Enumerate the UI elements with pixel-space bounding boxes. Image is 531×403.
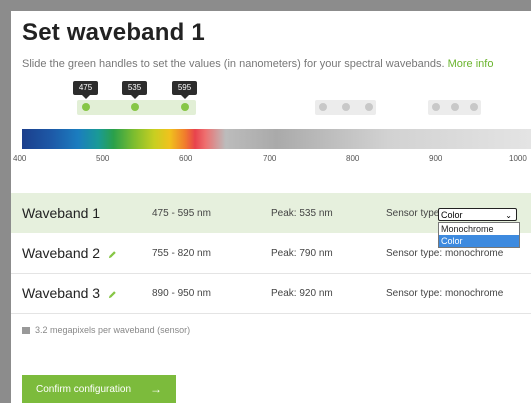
waveband-1-peak-handle[interactable] — [131, 103, 139, 111]
waveband-name: Waveband 2 — [22, 245, 117, 261]
waveband-2-end-handle[interactable] — [365, 103, 373, 111]
sensor-type: Sensor type: monochrome — [386, 288, 503, 299]
waveband-peak: Peak: 535 nm — [271, 208, 333, 219]
sensor-type-value: monochrome — [444, 288, 504, 299]
sensor-type-value: monochrome — [444, 248, 504, 259]
waveband-name: Waveband 1 — [22, 205, 101, 221]
axis-tick: 800 — [346, 154, 360, 163]
waveband-3-start-handle[interactable] — [432, 103, 440, 111]
pencil-icon[interactable] — [108, 250, 117, 259]
sensor-info-text: 3.2 megapixels per waveband (sensor) — [35, 325, 191, 335]
waveband-1-start-handle[interactable] — [82, 103, 90, 111]
waveband-name-text: Waveband 3 — [22, 285, 101, 301]
sensor-type: Sensor type: monochrome — [386, 248, 503, 259]
page-title: Set waveband 1 — [22, 19, 205, 46]
sensor-type-select[interactable]: Color ⌄ — [438, 208, 517, 221]
chevron-down-icon: ⌄ — [505, 211, 512, 220]
image-icon — [22, 327, 30, 334]
page-subtitle: Slide the green handles to set the value… — [22, 58, 493, 70]
slider-value-end: 595 — [172, 81, 197, 99]
waveband-name-text: Waveband 2 — [22, 245, 101, 261]
axis-tick: 500 — [96, 154, 110, 163]
more-info-link[interactable]: More info — [448, 58, 494, 70]
waveband-peak: Peak: 920 nm — [271, 288, 333, 299]
pencil-icon[interactable] — [108, 290, 117, 299]
sensor-type-dropdown: Monochrome Color — [438, 222, 520, 248]
sensor-type-selected: Color — [441, 210, 463, 220]
sensor-info: 3.2 megapixels per waveband (sensor) — [22, 325, 190, 335]
axis-tick: 600 — [179, 154, 193, 163]
confirm-label: Confirm configuration — [36, 384, 132, 395]
arrow-right-icon: → — [150, 382, 162, 396]
sensor-type-label: Sensor type: — [386, 208, 443, 219]
waveband-2-start-handle[interactable] — [319, 103, 327, 111]
waveband-peak: Peak: 790 nm — [271, 248, 333, 259]
slider-value-start: 475 — [73, 81, 98, 99]
axis-tick: 1000 — [509, 154, 527, 163]
waveband-3-end-handle[interactable] — [470, 103, 478, 111]
waveband-panel: Set waveband 1 Slide the green handles t… — [11, 11, 531, 403]
subtitle-text: Slide the green handles to set the value… — [22, 58, 445, 70]
waveband-row-3[interactable]: Waveband 3 890 - 950 nm Peak: 920 nm Sen… — [11, 273, 531, 314]
waveband-3-peak-handle[interactable] — [451, 103, 459, 111]
waveband-name: Waveband 3 — [22, 285, 117, 301]
axis-tick: 900 — [429, 154, 443, 163]
sensor-type-label: Sensor type: — [386, 248, 443, 259]
confirm-configuration-button[interactable]: Confirm configuration → — [22, 375, 176, 403]
waveband-range: 475 - 595 nm — [152, 208, 211, 219]
slider-value-peak: 535 — [122, 81, 147, 99]
axis-tick: 400 — [13, 154, 27, 163]
option-monochrome[interactable]: Monochrome — [439, 223, 519, 235]
axis-tick: 700 — [263, 154, 277, 163]
waveband-1-end-handle[interactable] — [181, 103, 189, 111]
sensor-type-label: Sensor type: — [386, 288, 443, 299]
waveband-range: 755 - 820 nm — [152, 248, 211, 259]
option-color[interactable]: Color — [439, 235, 519, 247]
waveband-2-peak-handle[interactable] — [342, 103, 350, 111]
spectrum-bar — [22, 129, 531, 149]
waveband-range: 890 - 950 nm — [152, 288, 211, 299]
